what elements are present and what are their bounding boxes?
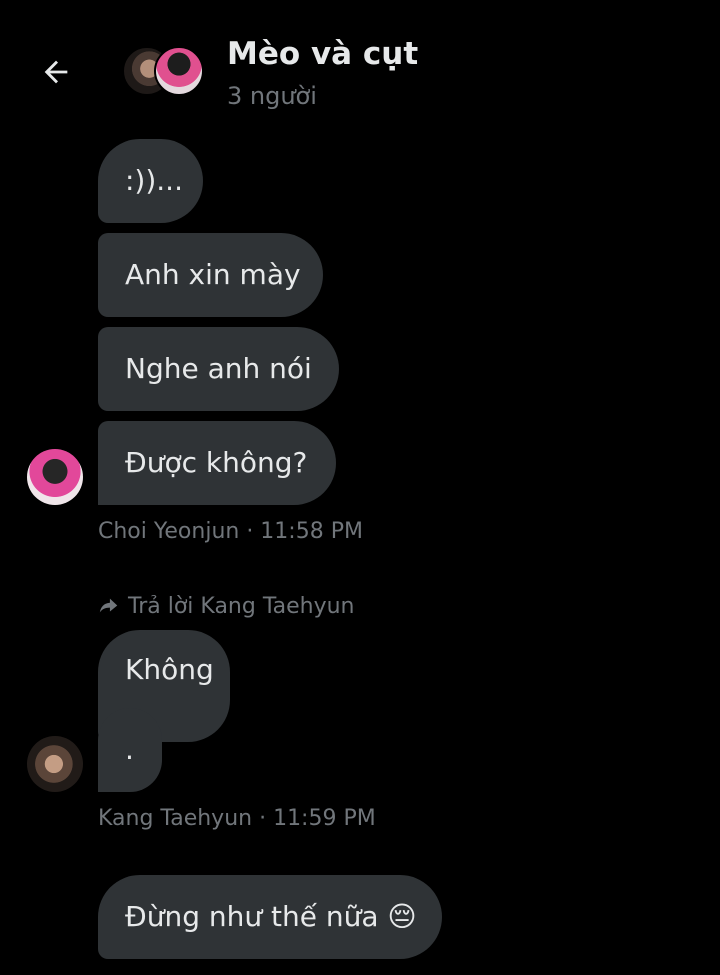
sender-avatar[interactable]	[27, 449, 83, 505]
message-bubble[interactable]: Đừng như thế nữa 😔	[98, 875, 442, 959]
message-text: Đừng như thế nữa 😔	[125, 900, 417, 933]
message-bubble[interactable]: Được không?	[98, 421, 336, 505]
message-bubble[interactable]: Anh xin mày	[98, 233, 323, 317]
participant-count[interactable]: 3 người	[227, 82, 317, 110]
message-bubble[interactable]: Nghe anh nói	[98, 327, 339, 411]
reply-label: Trả lời Kang Taehyun	[128, 593, 355, 619]
message-meta: Kang Taehyun · 11:59 PM	[98, 806, 376, 831]
sender-avatar[interactable]	[27, 736, 83, 792]
back-button[interactable]	[34, 50, 78, 94]
conversation-title[interactable]: Mèo và cụt	[227, 36, 418, 72]
message-meta: Choi Yeonjun · 11:58 PM	[98, 519, 363, 544]
message-text: Được không?	[125, 446, 308, 479]
reply-indicator[interactable]: Trả lời Kang Taehyun	[98, 592, 355, 620]
message-bubble[interactable]: :))...	[98, 139, 203, 223]
message-text: .	[125, 733, 134, 766]
message-bubble[interactable]: .	[98, 708, 162, 792]
group-avatar[interactable]	[122, 46, 204, 98]
message-text: Anh xin mày	[125, 258, 301, 291]
message-text: :))...	[125, 164, 183, 197]
message-text: Không	[125, 653, 214, 686]
back-arrow-icon	[44, 60, 68, 84]
member-avatar	[154, 46, 204, 96]
message-text: Nghe anh nói	[125, 352, 312, 385]
reply-arrow-icon	[99, 598, 118, 613]
